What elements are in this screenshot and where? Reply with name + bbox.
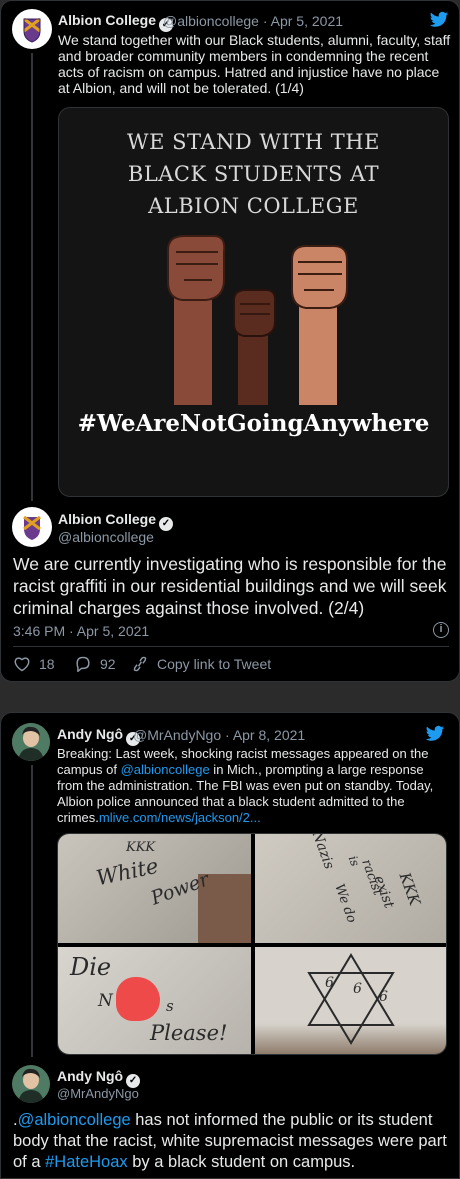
author-name[interactable]: Albion College ✓	[58, 12, 173, 32]
thread-connector	[31, 765, 33, 1057]
tweet-date[interactable]: Apr 5, 2021	[271, 13, 343, 29]
person-icon	[12, 1065, 50, 1103]
link-icon	[133, 656, 147, 672]
tweet-image-grid[interactable]: KKK White Power Nazis is racist We do ex…	[57, 833, 447, 1055]
raised-fists-illustration	[167, 235, 349, 405]
graffiti-photo-2[interactable]: Nazis is racist We do exist KKK	[255, 834, 446, 943]
poster-hashtag: #WeAreNotGoingAnywhere	[77, 410, 430, 437]
graffiti-text: Die	[70, 953, 112, 981]
graffiti-photo-4[interactable]: 6 6 6	[255, 947, 446, 1054]
graffiti-text: exist	[370, 873, 397, 911]
author-name[interactable]: Andy Ngô ✓	[57, 726, 141, 746]
graffiti-text: We do	[331, 882, 360, 925]
twitter-bird-icon[interactable]	[425, 725, 445, 748]
like-button[interactable]: 18	[13, 656, 55, 672]
mention-link[interactable]: @albioncollege	[121, 762, 210, 777]
tweet-image-poster[interactable]: WE STAND WITH THE BLACK STUDENTS AT ALBI…	[58, 107, 449, 497]
author-name[interactable]: Albion College ✓	[58, 511, 173, 531]
poster-line-1: WE STAND WITH THE	[127, 130, 380, 154]
reply-count: 92	[100, 656, 116, 672]
author-handle[interactable]: @albioncollege	[163, 13, 259, 29]
copy-link-label: Copy link to Tweet	[157, 656, 272, 672]
divider	[13, 646, 449, 647]
graffiti-text: KKK	[395, 870, 425, 908]
twitter-bird-icon[interactable]	[429, 11, 449, 34]
person-icon	[12, 723, 50, 761]
article-link[interactable]: mlive.com/news/jackson/2...	[99, 810, 261, 825]
reply-button[interactable]: 92	[74, 656, 116, 672]
author-handle[interactable]: @MrAndyNgo	[133, 727, 221, 743]
tweet-text: We stand together with our Black student…	[58, 32, 451, 96]
graffiti-text: N	[98, 991, 113, 1011]
author-handle-date: @albioncollege · Apr 5, 2021	[163, 13, 344, 29]
mention-link[interactable]: @albioncollege	[18, 1111, 131, 1129]
avatar[interactable]	[12, 1065, 50, 1103]
info-icon[interactable]: i	[433, 622, 449, 638]
graffiti-text: Nazis	[308, 834, 338, 872]
tweet-text: .@albioncollege has not informed the pub…	[13, 1111, 447, 1171]
graffiti-text: Please!	[150, 1021, 228, 1045]
avatar[interactable]	[12, 723, 50, 761]
poster-line-2: BLACK STUDENTS AT	[127, 162, 380, 186]
avatar[interactable]	[12, 507, 52, 547]
reply-icon	[76, 656, 90, 672]
author-handle[interactable]: @albioncollege	[58, 529, 154, 545]
graffiti-photo-1[interactable]: KKK White Power	[58, 834, 251, 943]
albion-shield-icon	[23, 17, 41, 43]
heart-icon	[14, 657, 30, 672]
graffiti-text: 6	[325, 975, 334, 991]
graffiti-text: KKK	[126, 840, 156, 855]
copy-link-button[interactable]: Copy link to Tweet	[131, 656, 271, 672]
graffiti-text: White	[94, 853, 161, 891]
thread-connector	[31, 53, 33, 501]
graffiti-photo-3[interactable]: Die N s Please!	[58, 947, 251, 1054]
tweet-card-albion: Albion College ✓ @albioncollege · Apr 5, …	[0, 0, 460, 682]
graffiti-text: 6	[379, 989, 388, 1005]
author-handle[interactable]: @MrAndyNgo	[57, 1086, 139, 1101]
poster-line-3: ALBION COLLEGE	[148, 194, 359, 218]
tweet-text: We are currently investigating who is re…	[13, 554, 447, 618]
avatar[interactable]	[12, 9, 52, 49]
verified-icon: ✓	[159, 517, 173, 531]
author-name[interactable]: Andy Ngô ✓	[57, 1068, 141, 1088]
graffiti-text: s	[166, 997, 174, 1015]
redaction-mark	[116, 977, 160, 1021]
graffiti-text: 6	[353, 981, 362, 997]
tweet-date[interactable]: Apr 8, 2021	[233, 727, 305, 743]
albion-shield-icon	[23, 515, 41, 540]
like-count: 18	[39, 656, 55, 672]
tweet-timestamp[interactable]: 3:46 PM · Apr 5, 2021	[13, 623, 149, 639]
tweet-card-andyngo: Andy Ngô ✓ @MrAndyNgo · Apr 8, 2021 Break…	[0, 712, 460, 1179]
tweet-text: Breaking: Last week, shocking racist mes…	[57, 746, 434, 825]
author-handle-date: @MrAndyNgo · Apr 8, 2021	[133, 727, 306, 743]
hashtag-link[interactable]: #HateHoax	[45, 1153, 128, 1171]
